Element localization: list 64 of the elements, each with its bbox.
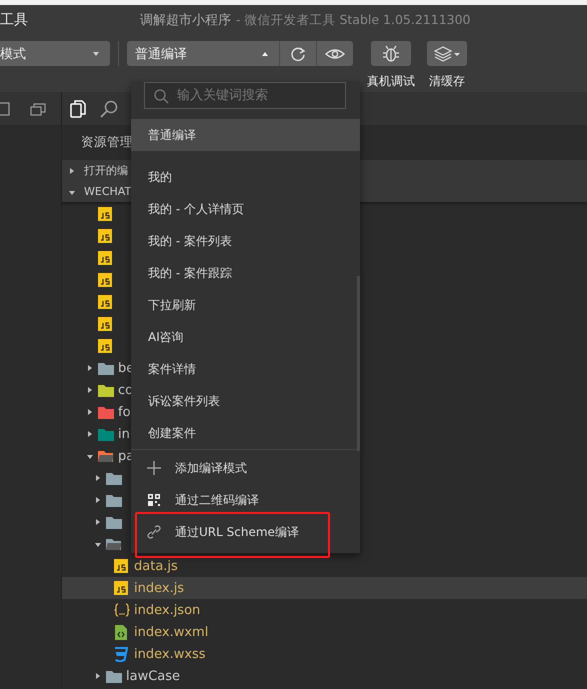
menu-action[interactable]: 添加编译模式: [131, 452, 360, 484]
search-tab[interactable]: [100, 100, 118, 118]
debug-button[interactable]: [371, 41, 411, 66]
explorer-tab[interactable]: [70, 100, 86, 118]
qr-code-icon: [147, 493, 161, 507]
stylesheet-icon: [114, 646, 128, 662]
menu-item[interactable]: 诉讼案件列表: [131, 385, 360, 417]
tree-row[interactable]: data.js: [62, 555, 178, 577]
tree-row[interactable]: index.wxml: [62, 621, 208, 643]
clear-cache-button[interactable]: [427, 41, 467, 66]
menu-item[interactable]: 我的: [131, 161, 360, 193]
compile-select-value: 普通编译: [135, 46, 187, 62]
js-file-icon: [114, 559, 128, 573]
search-icon: [153, 88, 169, 104]
explorer-section-header[interactable]: 打开的编: [68, 160, 128, 181]
plus-icon: [147, 461, 161, 475]
menu-action[interactable]: 通过URL Scheme编译: [131, 516, 360, 548]
explorer-section-header[interactable]: WECHAT: [68, 181, 132, 202]
menu-item[interactable]: 创建案件: [131, 417, 360, 449]
code-file-icon: [114, 624, 128, 640]
menu-item[interactable]: 下拉刷新: [131, 289, 360, 321]
tree-row[interactable]: lawCase: [62, 665, 180, 687]
menu-item[interactable]: 我的 - 个人详情页: [131, 193, 360, 225]
search-field[interactable]: 输入关键词搜索: [144, 82, 346, 109]
bug-icon: [382, 44, 400, 62]
menu-item[interactable]: 我的 - 案件跟踪: [131, 257, 360, 289]
mode-select-value: 模式: [0, 46, 26, 62]
app-title: - 微信开发者工具 Stable 1.05.2111300: [236, 12, 470, 28]
tree-row[interactable]: in: [62, 423, 130, 445]
js-file-icon: [114, 581, 128, 595]
compile-select[interactable]: 普通编译: [127, 41, 279, 66]
js-file-icon: [98, 251, 112, 265]
refresh-button[interactable]: [279, 41, 316, 66]
menu-item[interactable]: AI咨询: [131, 321, 360, 353]
windows-icon[interactable]: [30, 102, 46, 116]
link-icon: [147, 525, 161, 539]
tree-row[interactable]: fo: [62, 401, 131, 423]
js-file-icon: [98, 273, 112, 287]
menu-action[interactable]: 通过二维码编译: [131, 484, 360, 516]
toolbar-label: 清缓存: [429, 73, 465, 90]
menu-item[interactable]: 我的 - 案件列表: [131, 225, 360, 257]
caret-icon: [92, 50, 100, 56]
js-file-icon: [98, 317, 112, 331]
project-title: 调解超市小程序: [140, 12, 231, 29]
refresh-icon: [289, 44, 307, 62]
js-file-icon: [98, 229, 112, 243]
tree-row[interactable]: index.json: [62, 599, 200, 621]
js-file-icon: [98, 295, 112, 309]
menu-item[interactable]: 案件详情: [131, 353, 360, 385]
files-icon: [70, 100, 86, 118]
js-file-icon: [98, 339, 112, 353]
mode-select[interactable]: 模式: [0, 41, 110, 66]
toolbar-label: 真机调试: [367, 73, 415, 90]
search-input[interactable]: 输入关键词搜索: [177, 88, 337, 103]
layers-icon: [434, 44, 460, 62]
panel-icon[interactable]: [0, 102, 10, 116]
search-icon: [100, 100, 118, 118]
current-compile-mode[interactable]: 普通编译: [131, 119, 360, 151]
tree-row[interactable]: index.js: [62, 577, 587, 599]
js-file-icon: [98, 207, 112, 221]
braces-icon: [114, 603, 130, 617]
preview-button[interactable]: [316, 41, 353, 66]
menu-label[interactable]: 工具: [0, 11, 140, 29]
tree-row[interactable]: index.wxss: [62, 643, 206, 665]
